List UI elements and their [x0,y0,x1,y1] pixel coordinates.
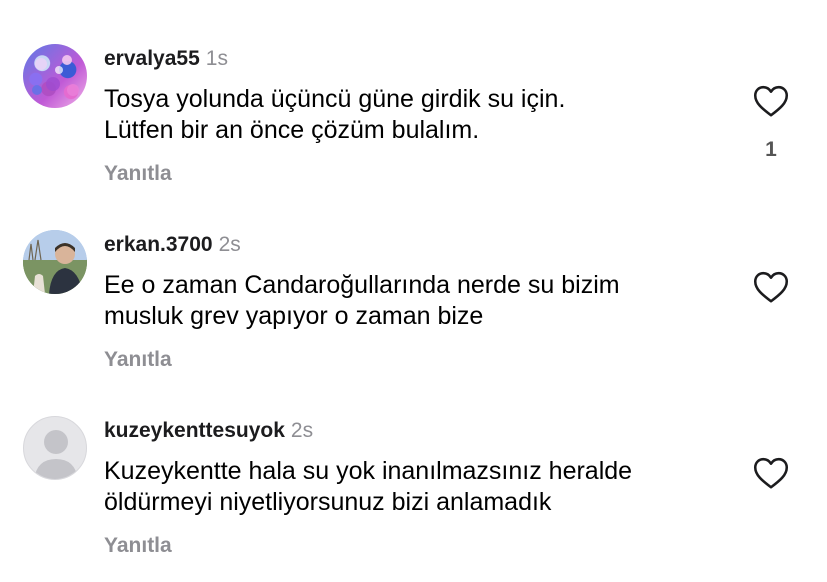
comment-item: ervalya55 1s Tosya yolunda üçüncü güne gi… [0,0,827,186]
like-button[interactable] [753,270,789,304]
reply-button[interactable]: Yanıtla [104,162,172,186]
comment-time: 2s [290,419,314,442]
comment-text-line: musluk grev yapıyor o zaman bize [104,302,484,330]
profile-photo-icon [23,230,87,294]
comment-item: kuzeykenttesuyok 2s Kuzeykentte hala su y… [0,372,827,558]
default-avatar-icon [34,430,78,479]
heart-icon [753,85,789,117]
like-count[interactable]: 1 [753,138,789,162]
comment-header: erkan.3700 2s [104,232,241,258]
comment-text: Tosya yolunda üçüncü güne girdik su için… [104,84,724,146]
reply-button[interactable]: Yanıtla [104,348,172,372]
comment-time: 1s [205,47,228,70]
avatar[interactable] [23,230,87,294]
comment-text-line: Tosya yolunda üçüncü güne girdik su için… [104,85,566,113]
avatar[interactable] [23,416,87,480]
comment-text: Kuzeykentte hala su yok inanılmazsınız h… [104,456,724,518]
comment-text-line: öldürmeyi niyetliyorsunuz bizi anlamadık [104,488,552,516]
like-button[interactable] [753,456,789,490]
comment-text-line: Ee o zaman Candaroğullarında nerde su bi… [104,271,620,299]
reply-button[interactable]: Yanıtla [104,534,172,558]
comment-text-line: Lütfen bir an önce çözüm bulalım. [104,116,480,144]
comment-header: kuzeykenttesuyok 2s [104,418,313,444]
comment-item: erkan.3700 2s Ee o zaman Candaroğullarınd… [0,186,827,372]
heart-icon [753,457,789,489]
flowers-avatar-icon [32,55,79,96]
avatar[interactable] [23,44,87,108]
username[interactable]: erkan.3700 [104,233,213,256]
comment-time: 2s [218,233,241,256]
comment-header: ervalya55 1s [104,46,228,72]
username[interactable]: ervalya55 [104,47,200,70]
like-button[interactable] [753,84,789,118]
username[interactable]: kuzeykenttesuyok [104,419,285,442]
heart-icon [753,271,789,303]
comment-text-line: Kuzeykentte hala su yok inanılmazsınız h… [104,457,633,485]
comment-text: Ee o zaman Candaroğullarında nerde su bi… [104,270,724,332]
